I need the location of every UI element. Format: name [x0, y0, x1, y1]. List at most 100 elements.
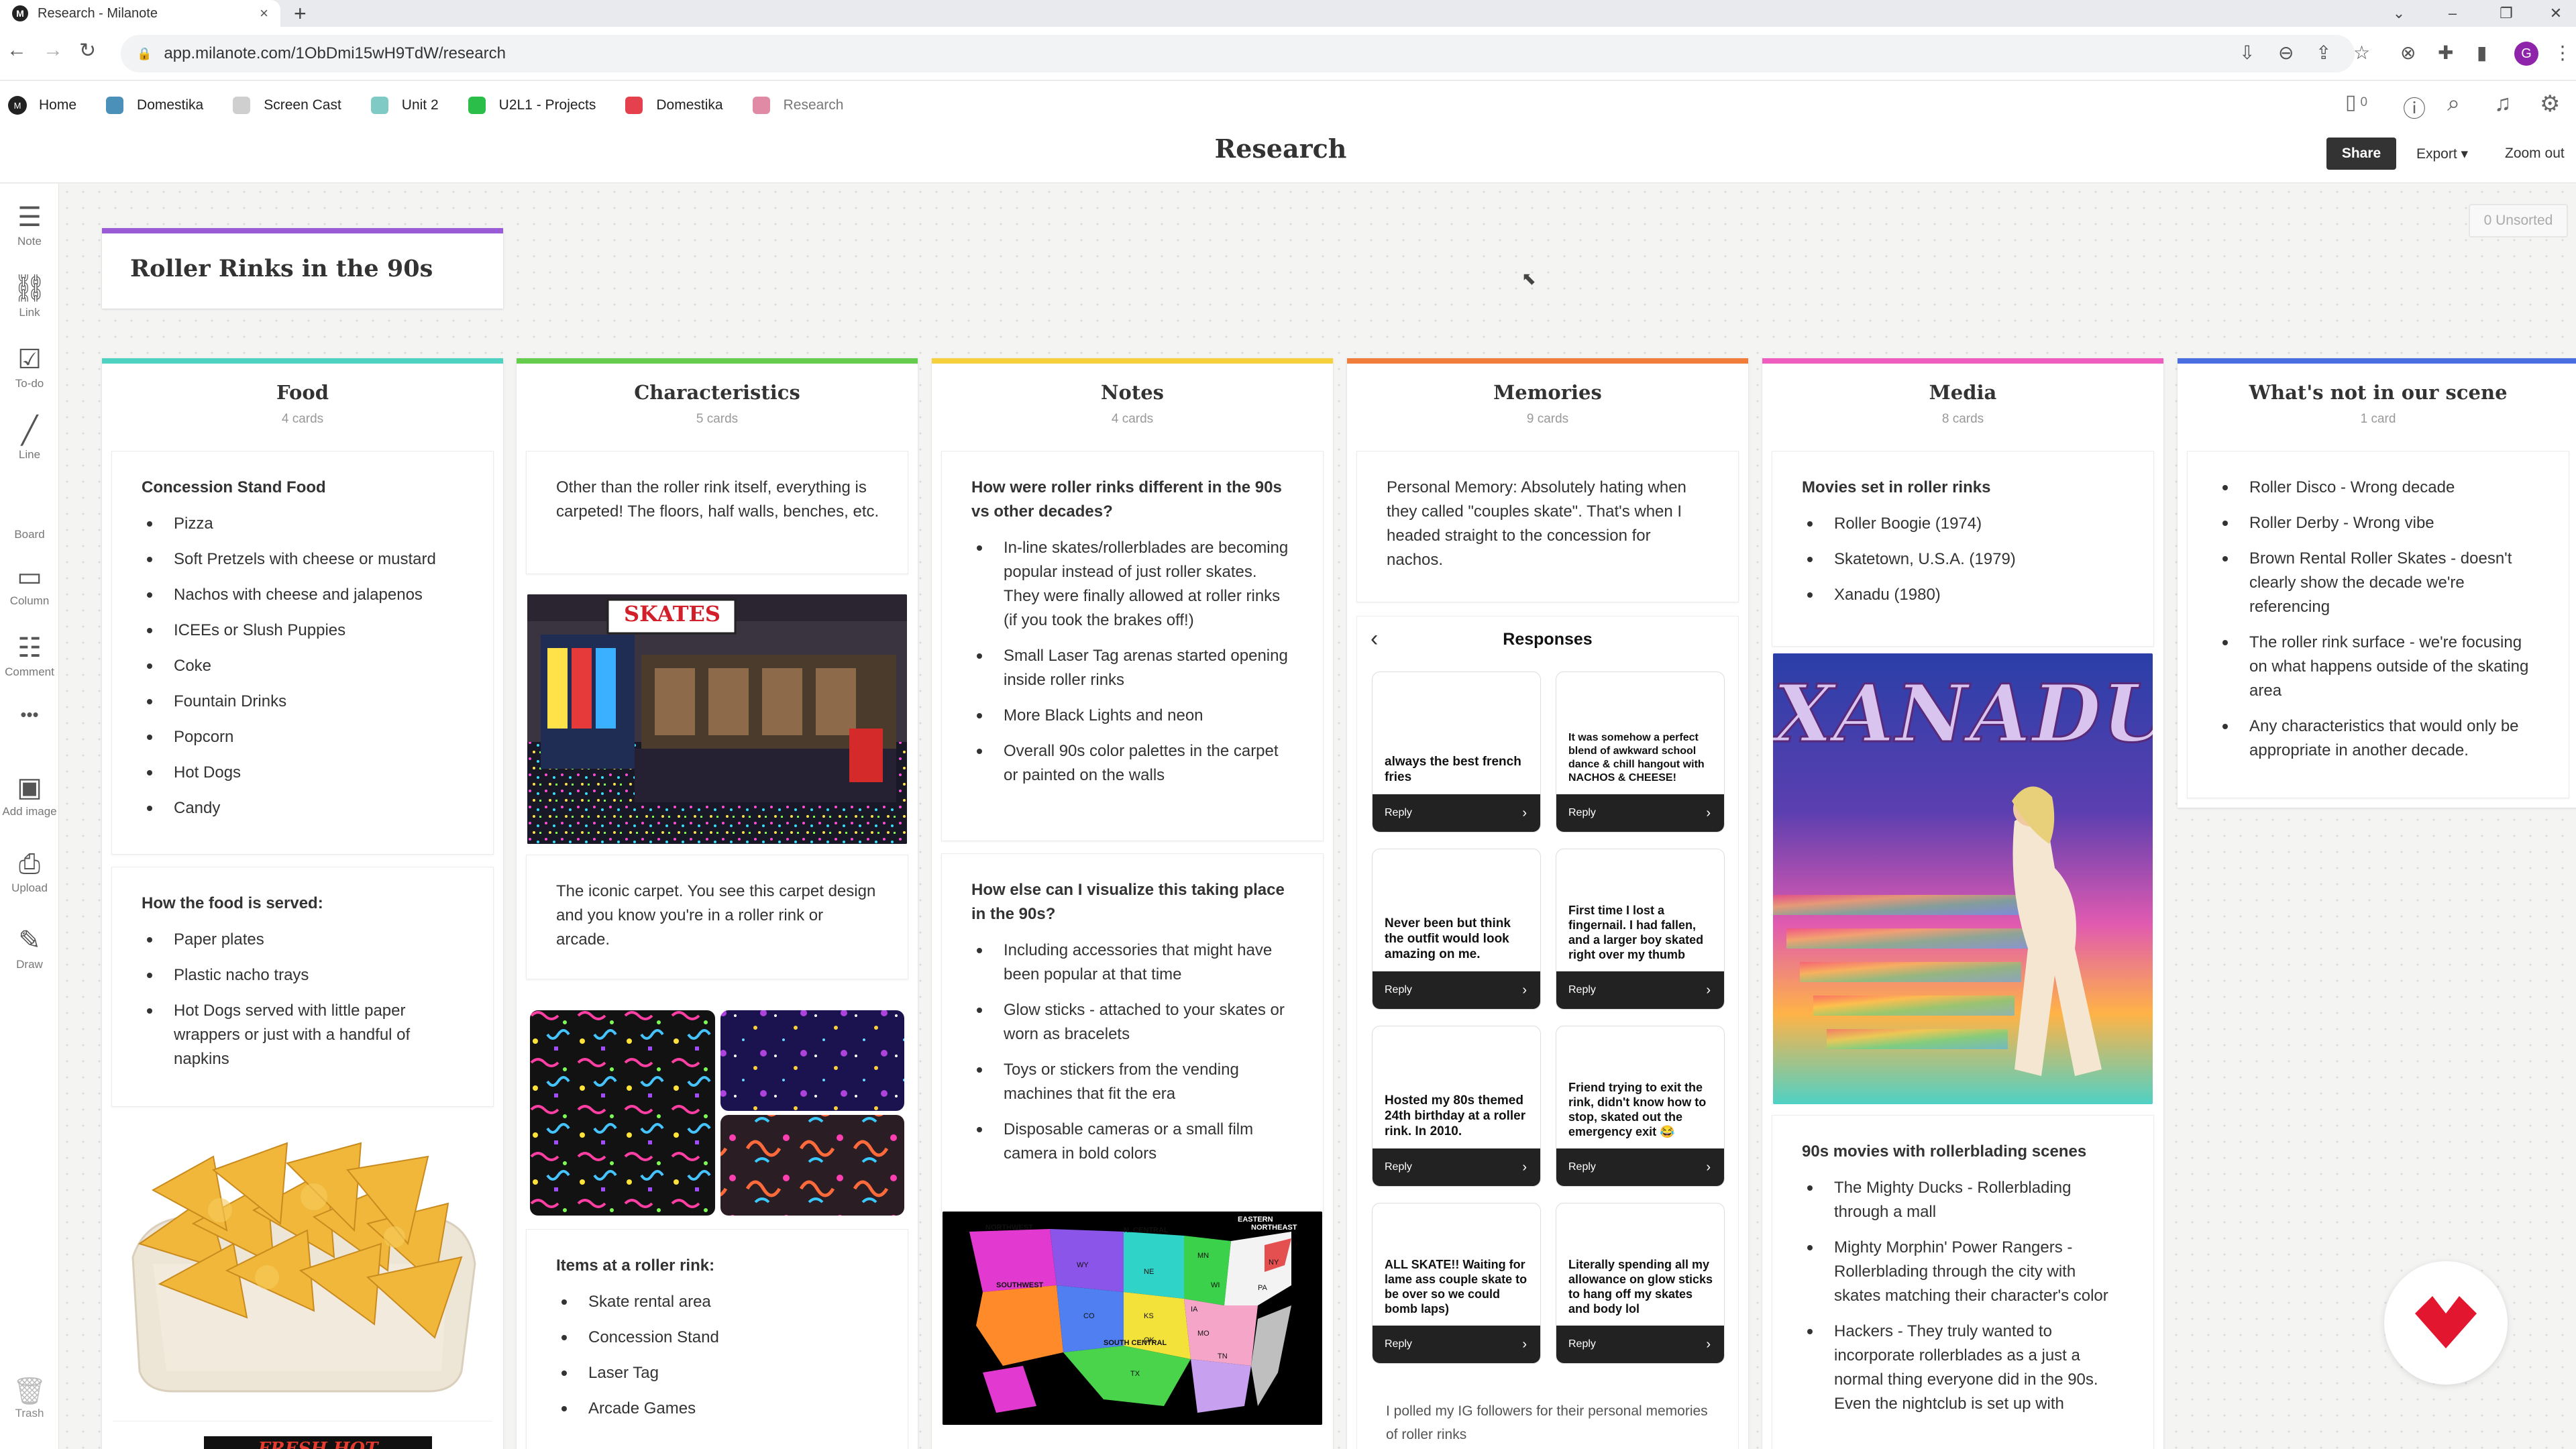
close-window-icon[interactable]: ✕ [2536, 0, 2576, 27]
xanadu-poster-image[interactable]: XANADU [1773, 653, 2153, 1104]
tab-search-chevron-icon[interactable]: ⌄ [2379, 0, 2419, 27]
nachos-tray-image[interactable] [113, 1116, 492, 1411]
skates-counter-image[interactable]: SKATES [527, 594, 907, 844]
extension-icon[interactable]: ⊗ [2400, 42, 2416, 64]
tool-draw[interactable]: ✎ Draw [0, 923, 59, 971]
bullet-list: The Mighty Ducks - Rollerblading through… [1802, 1176, 2127, 1416]
profile-avatar[interactable]: G [2514, 42, 2538, 66]
notifications-bell-icon[interactable]: ♫ [2494, 91, 2512, 117]
close-tab-icon[interactable]: × [260, 5, 268, 22]
breadcrumb-domestika[interactable]: Domestika [106, 97, 203, 114]
side-panel-icon[interactable]: ▮ [2477, 42, 2487, 64]
breadcrumb-screen-cast[interactable]: Screen Cast [233, 97, 341, 114]
note-card[interactable]: Personal Memory: Absolutely hating when … [1356, 451, 1739, 602]
bookmark-star-icon[interactable]: ☆ [2353, 42, 2370, 64]
list-item: The Mighty Ducks - Rollerblading through… [1802, 1176, 2127, 1224]
browser-menu-icon[interactable]: ⋮ [2553, 42, 2572, 64]
note-text: Other than the roller rink itself, every… [556, 478, 879, 521]
new-tab-button[interactable]: + [294, 1, 307, 26]
responses-image-card[interactable]: ‹ Responses always the best french fries… [1356, 616, 1739, 1449]
note-card[interactable]: Concession Stand Food Pizza Soft Pretzel… [111, 451, 494, 855]
tool-todo[interactable]: ☑ To-do [0, 342, 59, 390]
note-card[interactable]: The iconic carpet. You see this carpet d… [526, 855, 908, 979]
zoom-icon[interactable]: ⊖ [2278, 42, 2294, 64]
note-card[interactable]: How else can I visualize this taking pla… [941, 853, 1324, 1217]
tool-note[interactable]: ☰ Note [0, 200, 59, 248]
list-item: Arcade Games [556, 1397, 881, 1421]
note-icon: ☰ [17, 203, 42, 232]
unsorted-button[interactable]: 0 Unsorted [2469, 204, 2568, 237]
share-button[interactable]: Share [2326, 138, 2396, 170]
trash[interactable]: 🗑 Trash [0, 1375, 59, 1420]
column-title: Food [276, 381, 329, 404]
image-icon: ▣ [17, 773, 42, 802]
breadcrumb-label: Domestika [137, 97, 204, 113]
tool-add-image[interactable]: ▣ Add image [0, 770, 59, 818]
tool-column[interactable]: ▭ Column [0, 559, 59, 608]
breadcrumb-home[interactable]: M Home [8, 96, 76, 115]
device-count[interactable]: ▯ 0 [2345, 91, 2367, 114]
note-card[interactable]: Items at a roller rink: Skate rental are… [526, 1229, 908, 1449]
note-card[interactable]: How were roller rinks different in the 9… [941, 451, 1324, 841]
column-notes[interactable]: Notes 4 cards How were roller rinks diff… [932, 358, 1333, 1449]
reply-bar: › Reply [1373, 1148, 1540, 1186]
restore-window-icon[interactable]: ❐ [2486, 0, 2526, 27]
share-page-icon[interactable]: ⇪ [2316, 42, 2331, 64]
list-item: Laser Tag [556, 1361, 881, 1385]
column-food[interactable]: Food 4 cards Concession Stand Food Pizza… [102, 358, 503, 1449]
poster-title-text: XANADU [1773, 666, 2153, 761]
puzzle-extensions-icon[interactable]: ✚ [2438, 42, 2453, 64]
reply-label: Reply [1568, 984, 1596, 996]
browser-tab[interactable]: M Research - Milanote × [0, 0, 280, 27]
lock-icon: 🔒 [137, 46, 152, 60]
minimize-window-icon[interactable]: – [2432, 0, 2473, 27]
column-characteristics[interactable]: Characteristics 5 cards Other than the r… [517, 358, 918, 1449]
note-heading: 90s movies with rollerblading scenes [1802, 1142, 2087, 1161]
breadcrumb-domestika-2[interactable]: Domestika [625, 97, 723, 114]
breadcrumb-research[interactable]: Research [752, 97, 843, 114]
note-card[interactable]: Movies set in roller rinks Roller Boogie… [1772, 451, 2154, 647]
note-card[interactable]: How the food is served: Paper plates Pla… [111, 867, 494, 1107]
note-card[interactable]: Roller Disco - Wrong decade Roller Derby… [2187, 451, 2569, 798]
story-text: Never been but think the outfit would lo… [1385, 916, 1511, 961]
us-regions-map-image[interactable]: NORTHWEST N. CENTRAL NORTHEAST EASTERN S… [943, 1212, 1322, 1425]
note-card[interactable]: Other than the roller rink itself, every… [526, 451, 908, 574]
breadcrumb-label: Screen Cast [264, 97, 341, 113]
more-tools-icon[interactable]: ••• [0, 704, 59, 725]
breadcrumb-u2l1-projects[interactable]: U2L1 - Projects [468, 97, 596, 114]
list-item: More Black Lights and neon [971, 704, 1296, 728]
tool-upload[interactable]: ⎙ Upload [0, 847, 59, 895]
note-text: The iconic carpet. You see this carpet d… [556, 882, 876, 949]
tool-line[interactable]: ╱ Line [0, 413, 59, 462]
settings-gear-icon[interactable]: ⚙ [2540, 91, 2560, 117]
column-memories[interactable]: Memories 9 cards Personal Memory: Absolu… [1347, 358, 1748, 1449]
note-card[interactable]: 90s movies with rollerblading scenes The… [1772, 1115, 2154, 1449]
map-label: WY [1077, 1261, 1089, 1269]
help-icon[interactable]: ⓘ [2403, 91, 2426, 123]
note-heading: How were roller rinks different in the 9… [971, 478, 1282, 521]
zoom-out-button[interactable]: Zoom out [2505, 146, 2565, 162]
bullet-list: In-line skates/rollerblades are becoming… [971, 536, 1296, 788]
column-not-in-scene[interactable]: What's not in our scene 1 card Roller Di… [2178, 358, 2576, 808]
tool-link[interactable]: ⛓ Link [0, 271, 59, 319]
export-button[interactable]: Export ▾ [2416, 146, 2468, 162]
list-item: Disposable cameras or a small film camer… [971, 1118, 1296, 1166]
back-icon[interactable]: ← [7, 39, 27, 62]
bullet-list: Pizza Soft Pretzels with cheese or musta… [142, 512, 466, 820]
tool-comment[interactable]: ☷ Comment [0, 631, 59, 679]
title-card[interactable]: Roller Rinks in the 90s [102, 228, 503, 309]
url-field[interactable]: 🔒 app.milanote.com/1ObDmi15wH9TdW/resear… [121, 35, 2355, 72]
column-media[interactable]: Media 8 cards Movies set in roller rinks… [1762, 358, 2163, 1449]
note-heading: How the food is served: [142, 894, 323, 912]
map-label: PA [1258, 1284, 1267, 1292]
tool-board[interactable]: Board [0, 484, 107, 706]
fresh-hot-sign-image[interactable]: FRESH HOT [113, 1421, 492, 1449]
breadcrumb-label: Domestika [656, 97, 723, 113]
search-icon[interactable]: ⌕ [2447, 91, 2460, 117]
arcade-carpet-patterns-image[interactable] [527, 1008, 907, 1218]
breadcrumb-unit-2[interactable]: Unit 2 [370, 97, 439, 114]
column-title: Notes [1100, 381, 1165, 404]
reload-icon[interactable]: ↻ [79, 39, 96, 62]
forward-icon[interactable]: → [43, 39, 63, 62]
install-app-icon[interactable]: ⇩ [2239, 42, 2255, 64]
